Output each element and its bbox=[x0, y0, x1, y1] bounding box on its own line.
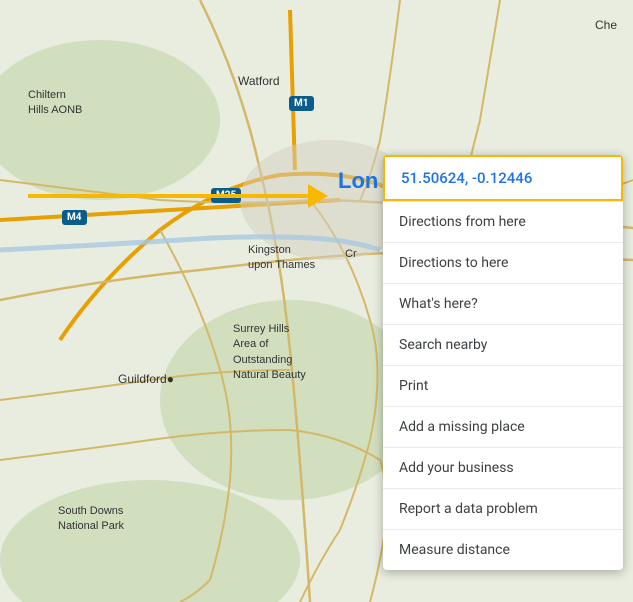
menu-item-report-problem[interactable]: Report a data problem bbox=[383, 488, 623, 529]
menu-item-measure-distance[interactable]: Measure distance bbox=[383, 529, 623, 570]
menu-item-directions-from[interactable]: Directions from here bbox=[383, 201, 623, 242]
menu-item-whats-here[interactable]: What's here? bbox=[383, 283, 623, 324]
menu-item-add-business[interactable]: Add your business bbox=[383, 447, 623, 488]
location-arrow bbox=[28, 176, 368, 216]
menu-item-directions-to[interactable]: Directions to here bbox=[383, 242, 623, 283]
coordinates-item[interactable]: 51.50624, -0.12446 bbox=[383, 155, 623, 201]
menu-item-print[interactable]: Print bbox=[383, 365, 623, 406]
menu-item-add-missing-place[interactable]: Add a missing place bbox=[383, 406, 623, 447]
menu-items-container: Directions from hereDirections to hereWh… bbox=[383, 201, 623, 570]
m1-badge: M1 bbox=[289, 96, 314, 111]
context-menu: 51.50624, -0.12446 Directions from hereD… bbox=[383, 155, 623, 570]
map-container: M1 M25 M4 Che Watford Lon ChilternHills … bbox=[0, 0, 633, 602]
menu-item-search-nearby[interactable]: Search nearby bbox=[383, 324, 623, 365]
